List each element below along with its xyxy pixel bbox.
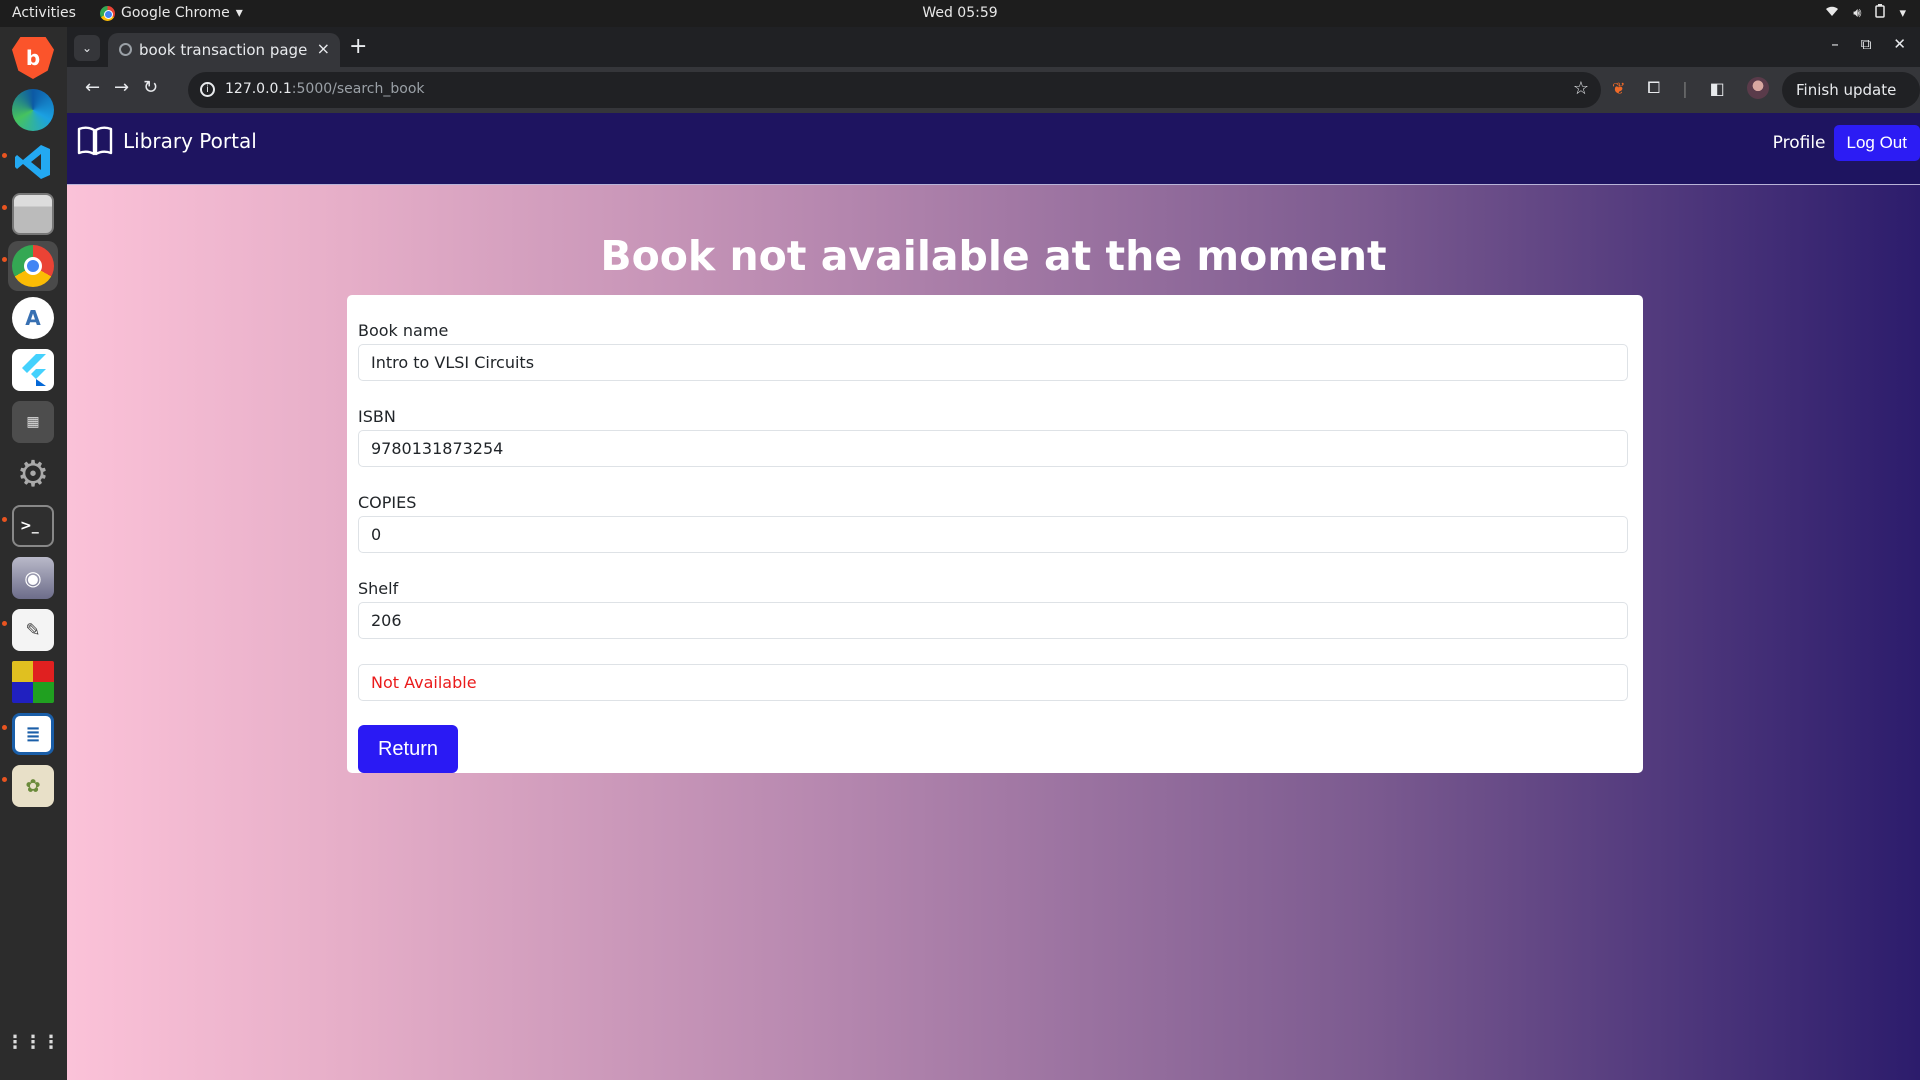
tab-search-button[interactable]: ⌄ <box>74 35 100 61</box>
side-panel-icon[interactable]: ◧ <box>1710 79 1725 98</box>
system-tray[interactable]: 🔊︎ ▾ <box>1825 4 1906 22</box>
tiles-icon <box>12 661 54 703</box>
availability-status-field[interactable]: Not Available <box>358 664 1628 701</box>
restore-icon[interactable]: ⧉ <box>1861 35 1872 53</box>
text-editor-icon: ✎ <box>12 609 54 651</box>
document-icon: ≣ <box>12 713 54 755</box>
nav-actions: Profile Log Out <box>1773 125 1920 161</box>
app-grid-icon: ⋮⋮⋮ <box>6 1031 60 1053</box>
chevron-down-icon: ⌄ <box>81 41 93 55</box>
close-icon[interactable]: × <box>317 39 330 58</box>
minimize-icon[interactable]: – <box>1831 35 1839 53</box>
dock-android-studio[interactable]: A <box>8 293 58 343</box>
book-name-label: Book name <box>358 321 449 340</box>
brave-icon: b <box>12 37 54 79</box>
vscode-icon <box>12 141 54 183</box>
dock-vscode[interactable] <box>8 137 58 187</box>
wifi-icon <box>1825 5 1839 21</box>
profile-avatar[interactable] <box>1746 77 1769 99</box>
brand-name: Library Portal <box>123 129 257 153</box>
dock-brave[interactable]: b <box>8 33 58 83</box>
browser-toolbar: ← → ↻ i 127.0.0.1:5000/search_book ☆ ❦ ⧠… <box>67 67 1920 135</box>
isbn-field[interactable]: 9780131873254 <box>358 430 1628 467</box>
shelf-field[interactable]: 206 <box>358 602 1628 639</box>
toolbar-actions: ❦ ⧠ | ◧ <box>1612 77 1769 99</box>
chrome-icon <box>12 245 54 287</box>
url-path: :5000/search_book <box>291 81 425 97</box>
file-manager-icon <box>12 193 54 235</box>
caret-down-icon: ▾ <box>1899 5 1906 21</box>
dock-chrome[interactable] <box>8 241 58 291</box>
dock-edge[interactable] <box>8 85 58 135</box>
tab-active[interactable]: book transaction page × <box>108 33 340 67</box>
url-text: 127.0.0.1:5000/search_book <box>225 81 425 97</box>
window-controls: – ⧉ ✕ <box>1831 35 1906 53</box>
globe-icon <box>119 43 132 56</box>
new-tab-button[interactable]: + <box>349 34 367 59</box>
url-host: 127.0.0.1 <box>225 81 292 97</box>
brand-link[interactable]: Library Portal <box>77 125 257 157</box>
flutter-icon <box>12 349 54 391</box>
forward-icon[interactable]: → <box>114 77 129 98</box>
dock-calculator[interactable]: ▦ <box>8 397 58 447</box>
return-button[interactable]: Return <box>358 725 458 773</box>
dock-app-grid-tiles[interactable] <box>8 657 58 707</box>
dock-flutter[interactable] <box>8 345 58 395</box>
book-icon <box>77 125 113 157</box>
finish-update-button[interactable]: Finish update ⋮ <box>1782 72 1920 135</box>
book-details-card: Book name Intro to VLSI Circuits ISBN 97… <box>347 295 1643 773</box>
dock-text-editor[interactable]: ✎ <box>8 605 58 655</box>
edge-icon <box>12 89 54 131</box>
profile-link[interactable]: Profile <box>1773 127 1826 159</box>
finish-update-label: Finish update <box>1796 81 1897 99</box>
webcam-icon: ◉ <box>12 557 54 599</box>
dock-show-apps[interactable]: ⋮⋮⋮ <box>6 1017 60 1067</box>
separator: | <box>1682 78 1688 98</box>
dock-files[interactable] <box>8 189 58 239</box>
page-title: Book not available at the moment <box>600 232 1387 280</box>
copies-field[interactable]: 0 <box>358 516 1628 553</box>
portal-navbar: Library Portal Profile Log Out <box>67 113 1920 185</box>
extensions-puzzle-icon[interactable]: ⧠ <box>1647 78 1660 98</box>
site-info-icon[interactable]: i <box>200 82 215 97</box>
gear-icon: ⚙ <box>16 453 50 495</box>
extension-fox-icon[interactable]: ❦ <box>1612 79 1625 98</box>
shelf-label: Shelf <box>358 579 399 598</box>
reload-icon[interactable]: ↻ <box>143 77 158 98</box>
close-window-icon[interactable]: ✕ <box>1893 35 1906 53</box>
terminal-icon: >_ <box>12 505 54 547</box>
dock-terminal[interactable]: >_ <box>8 501 58 551</box>
tab-strip: ⌄ book transaction page × + – ⧉ ✕ <box>67 27 1920 67</box>
bookmark-star-icon[interactable]: ☆ <box>1573 78 1589 99</box>
copies-label: COPIES <box>358 493 417 512</box>
dock-settings[interactable]: ⚙ <box>8 449 58 499</box>
dock-writer[interactable]: ≣ <box>8 709 58 759</box>
dock: b A ▦ ⚙ >_ ◉ ✎ ≣ ✿ ⋮⋮⋮ <box>0 27 67 1080</box>
system-top-bar: Activities Google Chrome ▾ Wed 05:59 🔊︎ … <box>0 0 1920 27</box>
android-studio-icon: A <box>12 297 54 339</box>
logout-button[interactable]: Log Out <box>1833 125 1920 161</box>
tab-title: book transaction page <box>139 41 308 59</box>
volume-icon: 🔊︎ <box>1853 5 1862 21</box>
back-icon[interactable]: ← <box>85 77 100 98</box>
clock[interactable]: Wed 05:59 <box>0 5 1920 21</box>
isbn-label: ISBN <box>358 407 396 426</box>
dock-image-viewer[interactable]: ✿ <box>8 761 58 811</box>
browser-window: ⌄ book transaction page × + – ⧉ ✕ ← → ↻ … <box>67 27 1920 1080</box>
image-viewer-icon: ✿ <box>12 765 54 807</box>
book-name-field[interactable]: Intro to VLSI Circuits <box>358 344 1628 381</box>
address-bar[interactable]: i 127.0.0.1:5000/search_book ☆ <box>188 72 1601 108</box>
battery-icon <box>1875 4 1886 22</box>
page-viewport: Library Portal Profile Log Out Book not … <box>67 113 1920 1080</box>
dock-cheese[interactable]: ◉ <box>8 553 58 603</box>
calculator-icon: ▦ <box>12 401 54 443</box>
